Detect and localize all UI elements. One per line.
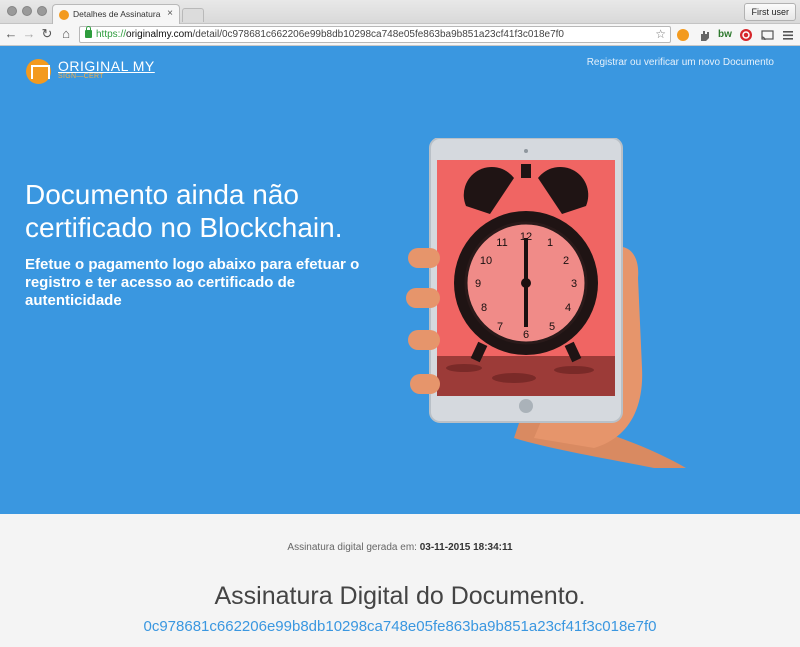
originalmy-logo-icon[interactable] xyxy=(26,59,51,84)
orange-extension-icon[interactable] xyxy=(676,28,690,42)
menu-icon[interactable] xyxy=(781,28,795,42)
lock-icon xyxy=(85,26,92,38)
close-window-icon[interactable] xyxy=(7,6,17,16)
svg-text:7: 7 xyxy=(497,321,503,333)
tab-close-icon[interactable]: × xyxy=(167,8,173,19)
hand-extension-icon[interactable] xyxy=(697,28,711,42)
reload-icon[interactable]: ↻ xyxy=(39,26,55,42)
generated-timestamp: 03-11-2015 18:34:11 xyxy=(419,542,513,553)
signature-hash-link[interactable]: 0c978681c662206e99b8db10298ca748e05fe863… xyxy=(0,618,800,635)
new-tab-button[interactable] xyxy=(182,8,204,22)
svg-text:8: 8 xyxy=(481,302,487,314)
phone-clock-illustration: 12 1 2 3 4 5 6 7 8 9 10 11 xyxy=(404,137,690,468)
browser-titlebar: Detalhes de Assinatura e C × First user xyxy=(0,0,800,25)
home-icon[interactable]: ⌂ xyxy=(58,26,74,42)
minimize-window-icon[interactable] xyxy=(22,6,32,16)
browser-toolbar: ← → ↻ ⌂ https://originalmy.com/detail/0c… xyxy=(0,24,800,46)
browser-tab-active[interactable]: Detalhes de Assinatura e C × xyxy=(52,4,180,25)
svg-text:6: 6 xyxy=(523,329,529,341)
hero-subtitle: Efetue o pagamento logo abaixo para efet… xyxy=(25,256,360,309)
forward-arrow-icon[interactable]: → xyxy=(21,26,37,42)
favicon-icon xyxy=(59,10,69,20)
bookmark-star-icon[interactable]: ☆ xyxy=(655,27,666,41)
svg-text:4: 4 xyxy=(565,302,571,314)
signature-title: Assinatura Digital do Documento. xyxy=(214,582,586,610)
register-verify-link[interactable]: Registrar ou verificar um novo Documento xyxy=(587,57,774,68)
svg-text:5: 5 xyxy=(549,321,555,333)
hero-title: Documento ainda não certificado no Block… xyxy=(25,179,343,243)
signature-section: Assinatura digital gerada em: 03-11-2015… xyxy=(0,514,800,647)
cast-icon[interactable] xyxy=(760,28,774,42)
profile-user-button[interactable]: First user xyxy=(744,3,796,21)
svg-text:11: 11 xyxy=(496,237,507,249)
bw-extension-icon[interactable]: bw xyxy=(718,28,732,42)
svg-text:3: 3 xyxy=(571,278,577,290)
generated-label: Assinatura digital gerada em: xyxy=(287,542,417,553)
back-arrow-icon[interactable]: ← xyxy=(3,26,19,42)
address-bar[interactable]: https://originalmy.com/detail/0c978681c6… xyxy=(79,26,671,43)
logo-subtitle: SIGN—CERT xyxy=(58,73,104,80)
maximize-window-icon[interactable] xyxy=(37,6,47,16)
hero-section: ORIGINAL MY SIGN—CERT Registrar ou verif… xyxy=(0,46,800,514)
signature-generated-line: Assinatura digital gerada em: 03-11-2015… xyxy=(0,542,800,553)
svg-text:2: 2 xyxy=(563,255,569,267)
address-url[interactable]: https://originalmy.com/detail/0c978681c6… xyxy=(96,29,564,41)
tab-title: Detalhes de Assinatura e C xyxy=(73,9,161,19)
logo-name[interactable]: ORIGINAL MY xyxy=(58,58,155,74)
red-extension-icon[interactable] xyxy=(739,28,753,42)
svg-text:1: 1 xyxy=(547,237,553,249)
svg-text:10: 10 xyxy=(480,255,492,267)
svg-text:9: 9 xyxy=(475,278,481,290)
